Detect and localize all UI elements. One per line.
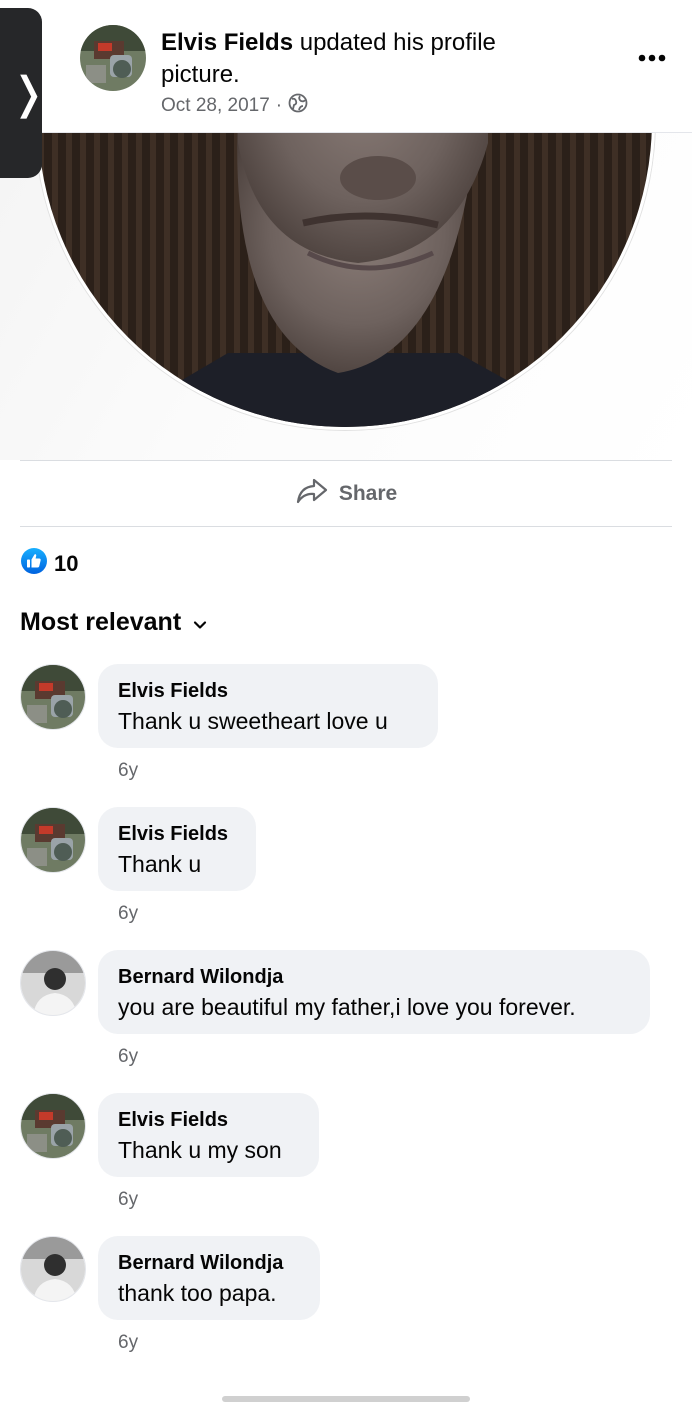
post-date[interactable]: Oct 28, 2017 — [161, 95, 270, 117]
comment-bubble[interactable]: Bernard Wilondja you are beautiful my fa… — [98, 950, 650, 1034]
comment-time[interactable]: 6y — [118, 1189, 138, 1211]
share-arrow-icon — [295, 477, 329, 511]
commenter-avatar[interactable] — [20, 664, 86, 730]
comment-text: Thank u my son — [118, 1137, 282, 1163]
commenter-avatar[interactable] — [20, 950, 86, 1016]
comment-time[interactable]: 6y — [118, 903, 138, 925]
chevron-right-icon: ❭ — [10, 69, 47, 118]
share-label: Share — [338, 482, 398, 505]
commenter-name[interactable]: Bernard Wilondja — [118, 1250, 300, 1276]
post-title: Elvis Fields updated his profile picture… — [161, 27, 581, 91]
avatar-image-lawnmower — [21, 1094, 85, 1158]
avatar-image-lawnmower — [21, 665, 85, 729]
commenter-name[interactable]: Elvis Fields — [118, 821, 236, 847]
commenter-avatar[interactable] — [20, 1093, 86, 1159]
comment-time[interactable]: 6y — [118, 1332, 138, 1354]
comment-time[interactable]: 6y — [118, 760, 138, 782]
reactions-summary[interactable]: 10 — [20, 547, 78, 581]
meta-separator: · — [275, 95, 283, 116]
avatar-image-portrait — [21, 1237, 85, 1301]
sort-label: Most relevant — [20, 608, 182, 636]
commenter-name[interactable]: Elvis Fields — [118, 678, 418, 704]
home-indicator — [222, 1396, 470, 1402]
more-dots-icon[interactable] — [636, 44, 668, 72]
commenter-name[interactable]: Bernard Wilondja — [118, 964, 630, 990]
author-name[interactable]: Elvis Fields — [161, 29, 293, 56]
avatar-image-portrait — [21, 951, 85, 1015]
avatar-image-lawnmower — [21, 808, 85, 872]
commenter-name[interactable]: Elvis Fields — [118, 1107, 299, 1133]
comment-text: Thank u sweetheart love u — [118, 708, 388, 734]
comments-sort-dropdown[interactable]: Most relevant — [20, 608, 207, 637]
commenter-avatar[interactable] — [20, 1236, 86, 1302]
comment-bubble[interactable]: Elvis Fields Thank u — [98, 807, 256, 891]
divider-bottom — [20, 526, 672, 527]
comment-text: Thank u — [118, 851, 202, 877]
comment-bubble[interactable]: Elvis Fields Thank u sweetheart love u — [98, 664, 438, 748]
back-button[interactable]: ❭ — [0, 8, 47, 178]
share-button[interactable]: Share — [0, 462, 692, 526]
post-header: Elvis Fields updated his profile picture… — [0, 0, 692, 133]
divider-top — [20, 460, 672, 461]
comment-time[interactable]: 6y — [118, 1046, 138, 1068]
comment-text: thank too papa. — [118, 1280, 277, 1306]
reaction-count: 10 — [54, 551, 79, 576]
comment-text: you are beautiful my father,i love you f… — [118, 994, 576, 1020]
comment-bubble[interactable]: Bernard Wilondja thank too papa. — [98, 1236, 320, 1320]
like-thumb-icon — [20, 547, 48, 581]
globe-icon — [288, 93, 308, 119]
author-avatar[interactable] — [80, 25, 146, 91]
commenter-avatar[interactable] — [20, 807, 86, 873]
chevron-down-icon — [193, 608, 207, 637]
comment-bubble[interactable]: Elvis Fields Thank u my son — [98, 1093, 319, 1177]
author-avatar-image — [80, 25, 146, 91]
post-meta: Oct 28, 2017 · — [161, 93, 308, 119]
